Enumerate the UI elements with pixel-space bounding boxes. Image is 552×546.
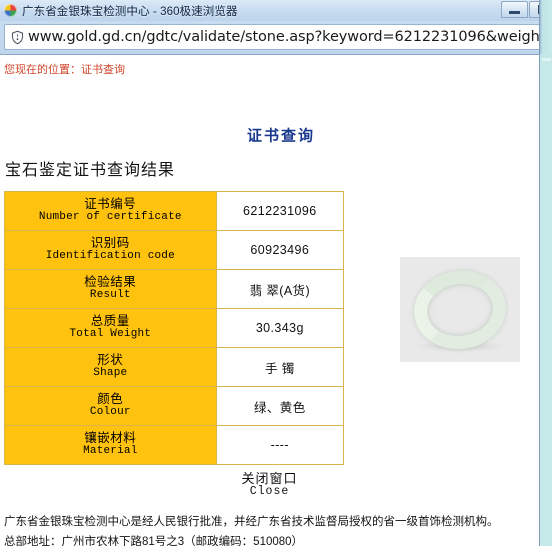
- row-label-cn: 形状: [97, 353, 124, 368]
- close-label-en: Close: [249, 485, 290, 499]
- row-label-en: Number of certificate: [38, 210, 182, 223]
- row-label-cell: 颜色 Colour: [4, 386, 217, 426]
- browser-window: 广东省金银珠宝检测中心 - 360极速浏览器 www.gold.gd.cn/gd…: [0, 0, 552, 546]
- minimize-button[interactable]: [501, 1, 528, 18]
- minimize-icon: [509, 10, 520, 14]
- footer-line-address: 总部地址：广州市农林下路81号之3（邮政编码：510080）: [4, 535, 304, 546]
- row-label-cell: 总质量 Total Weight: [4, 308, 217, 348]
- page-content: 您现在的位置：证书查询 证书查询 宝石鉴定证书查询结果 证书编号 Number …: [0, 55, 539, 546]
- row-label-cell: 证书编号 Number of certificate: [4, 191, 217, 231]
- jade-bangle-icon: [409, 264, 511, 355]
- section-title: 证书查询: [247, 127, 316, 145]
- row-label-en: Shape: [93, 366, 128, 379]
- table-row: 镶嵌材料 Material ----: [4, 425, 345, 465]
- row-value-cell: 30.343g: [215, 308, 345, 348]
- row-value-cell: ----: [215, 425, 345, 465]
- row-label-cn: 镶嵌材料: [84, 431, 137, 446]
- row-label-en: Result: [89, 288, 131, 301]
- url-text: www.gold.gd.cn/gdtc/validate/stone.asp?k…: [28, 29, 545, 45]
- row-label-en: Material: [83, 444, 138, 457]
- row-label-cn: 检验结果: [84, 275, 137, 290]
- table-row: 颜色 Colour 绿、黄色: [4, 386, 345, 426]
- specimen-photo: [400, 257, 520, 362]
- browser-titlebar: 广东省金银珠宝检测中心 - 360极速浏览器: [0, 0, 552, 21]
- browser-toolbar: www.gold.gd.cn/gdtc/validate/stone.asp?k…: [0, 21, 552, 54]
- row-label-cn: 识别码: [90, 236, 130, 251]
- scrollbar-thumb[interactable]: [542, 58, 551, 61]
- row-value-cell: 绿、黄色: [215, 386, 345, 426]
- row-label-en: Identification code: [45, 249, 175, 262]
- certificate-table: 证书编号 Number of certificate 6212231096 识别…: [4, 191, 345, 465]
- page-title: 宝石鉴定证书查询结果: [5, 162, 176, 179]
- browser-logo-icon: [4, 4, 17, 17]
- page-viewport: 您现在的位置：证书查询 证书查询 宝石鉴定证书查询结果 证书编号 Number …: [0, 54, 539, 546]
- row-value-cell: 60923496: [215, 230, 345, 270]
- row-label-cell: 镶嵌材料 Material: [4, 425, 217, 465]
- row-label-cell: 形状 Shape: [4, 347, 217, 387]
- row-label-cell: 识别码 Identification code: [4, 230, 217, 270]
- table-row: 证书编号 Number of certificate 6212231096: [4, 191, 345, 231]
- row-label-en: Colour: [89, 405, 131, 418]
- table-row: 总质量 Total Weight 30.343g: [4, 308, 345, 348]
- address-bar[interactable]: www.gold.gd.cn/gdtc/validate/stone.asp?k…: [4, 24, 548, 50]
- breadcrumb: 您现在的位置：证书查询: [4, 64, 125, 76]
- row-value-cell: 手 镯: [215, 347, 345, 387]
- row-value-cell: 6212231096: [215, 191, 345, 231]
- row-label-cn: 颜色: [97, 392, 124, 407]
- close-window-link[interactable]: 关闭窗口 Close: [0, 471, 539, 499]
- window-frame-right-inner: [540, 54, 552, 546]
- footer: 广东省金银珠宝检测中心是经人民银行批准，并经广东省技术监督局授权的省一级首饰检测…: [4, 513, 534, 546]
- footer-line-description: 广东省金银珠宝检测中心是经人民银行批准，并经广东省技术监督局授权的省一级首饰检测…: [4, 516, 499, 528]
- table-row: 识别码 Identification code 60923496: [4, 230, 345, 270]
- close-label-cn: 关闭窗口: [241, 471, 298, 486]
- table-row: 形状 Shape 手 镯: [4, 347, 345, 387]
- row-label-en: Total Weight: [69, 327, 152, 340]
- table-row: 检验结果 Result 翡 翠(A货): [4, 269, 345, 309]
- row-label-cn: 总质量: [90, 314, 130, 329]
- row-label-cell: 检验结果 Result: [4, 269, 217, 309]
- window-title: 广东省金银珠宝检测中心 - 360极速浏览器: [22, 5, 238, 18]
- row-value-cell: 翡 翠(A货): [215, 269, 345, 309]
- row-label-cn: 证书编号: [84, 197, 137, 212]
- shield-icon[interactable]: [6, 26, 28, 48]
